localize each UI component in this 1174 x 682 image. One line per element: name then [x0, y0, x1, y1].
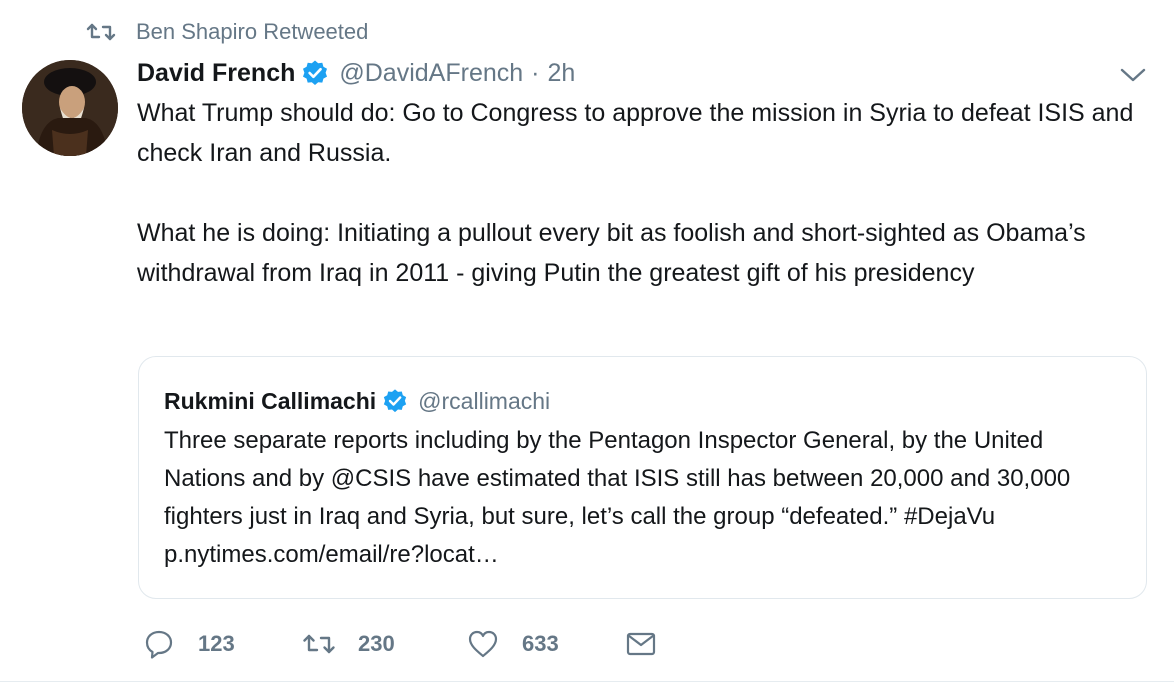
reply-icon: [142, 627, 176, 661]
quoted-tweet[interactable]: Rukmini Callimachi @rcallimachi Three se…: [138, 356, 1147, 599]
quoted-author-name: Rukmini Callimachi: [164, 387, 377, 414]
tweet-card[interactable]: Ben Shapiro Retweeted David French @Davi…: [0, 0, 1174, 682]
envelope-icon: [624, 627, 658, 661]
heart-icon: [466, 627, 500, 661]
tweet-header: David French @DavidAFrench · 2h: [137, 56, 575, 90]
quoted-tweet-text: Three separate reports including by the …: [164, 427, 1071, 568]
author-handle[interactable]: @DavidAFrench: [339, 59, 523, 88]
verified-badge-icon: [301, 59, 329, 87]
retweet-context-label[interactable]: Ben Shapiro Retweeted: [136, 19, 368, 45]
direct-message-button[interactable]: [624, 627, 664, 661]
retweet-button[interactable]: 230: [302, 627, 466, 661]
verified-badge-icon: [382, 388, 408, 414]
avatar-portrait: [22, 60, 118, 156]
quoted-author-handle: @rcallimachi: [418, 387, 551, 414]
reply-count: 123: [198, 631, 235, 656]
tweet-actions: 123 230 633: [142, 622, 664, 666]
quoted-tweet-header: Rukmini Callimachi @rcallimachi: [164, 384, 550, 418]
like-button[interactable]: 633: [466, 627, 624, 661]
like-count: 633: [522, 631, 559, 656]
reply-button[interactable]: 123: [142, 627, 302, 661]
avatar[interactable]: [22, 60, 118, 156]
retweet-count: 230: [358, 631, 395, 656]
tweet-paragraph: What he is doing: Initiating a pullout e…: [137, 219, 1086, 287]
author-name[interactable]: David French: [137, 59, 295, 88]
retweet-icon: [86, 20, 116, 44]
chevron-down-icon[interactable]: [1118, 62, 1148, 88]
tweet-timestamp[interactable]: 2h: [547, 59, 575, 88]
tweet-paragraph: What Trump should do: Go to Congress to …: [137, 99, 1134, 167]
tweet-text: What Trump should do: Go to Congress to …: [137, 93, 1157, 293]
retweet-icon: [302, 627, 336, 661]
separator-dot: ·: [531, 58, 540, 87]
retweet-context: Ben Shapiro Retweeted: [86, 18, 368, 46]
